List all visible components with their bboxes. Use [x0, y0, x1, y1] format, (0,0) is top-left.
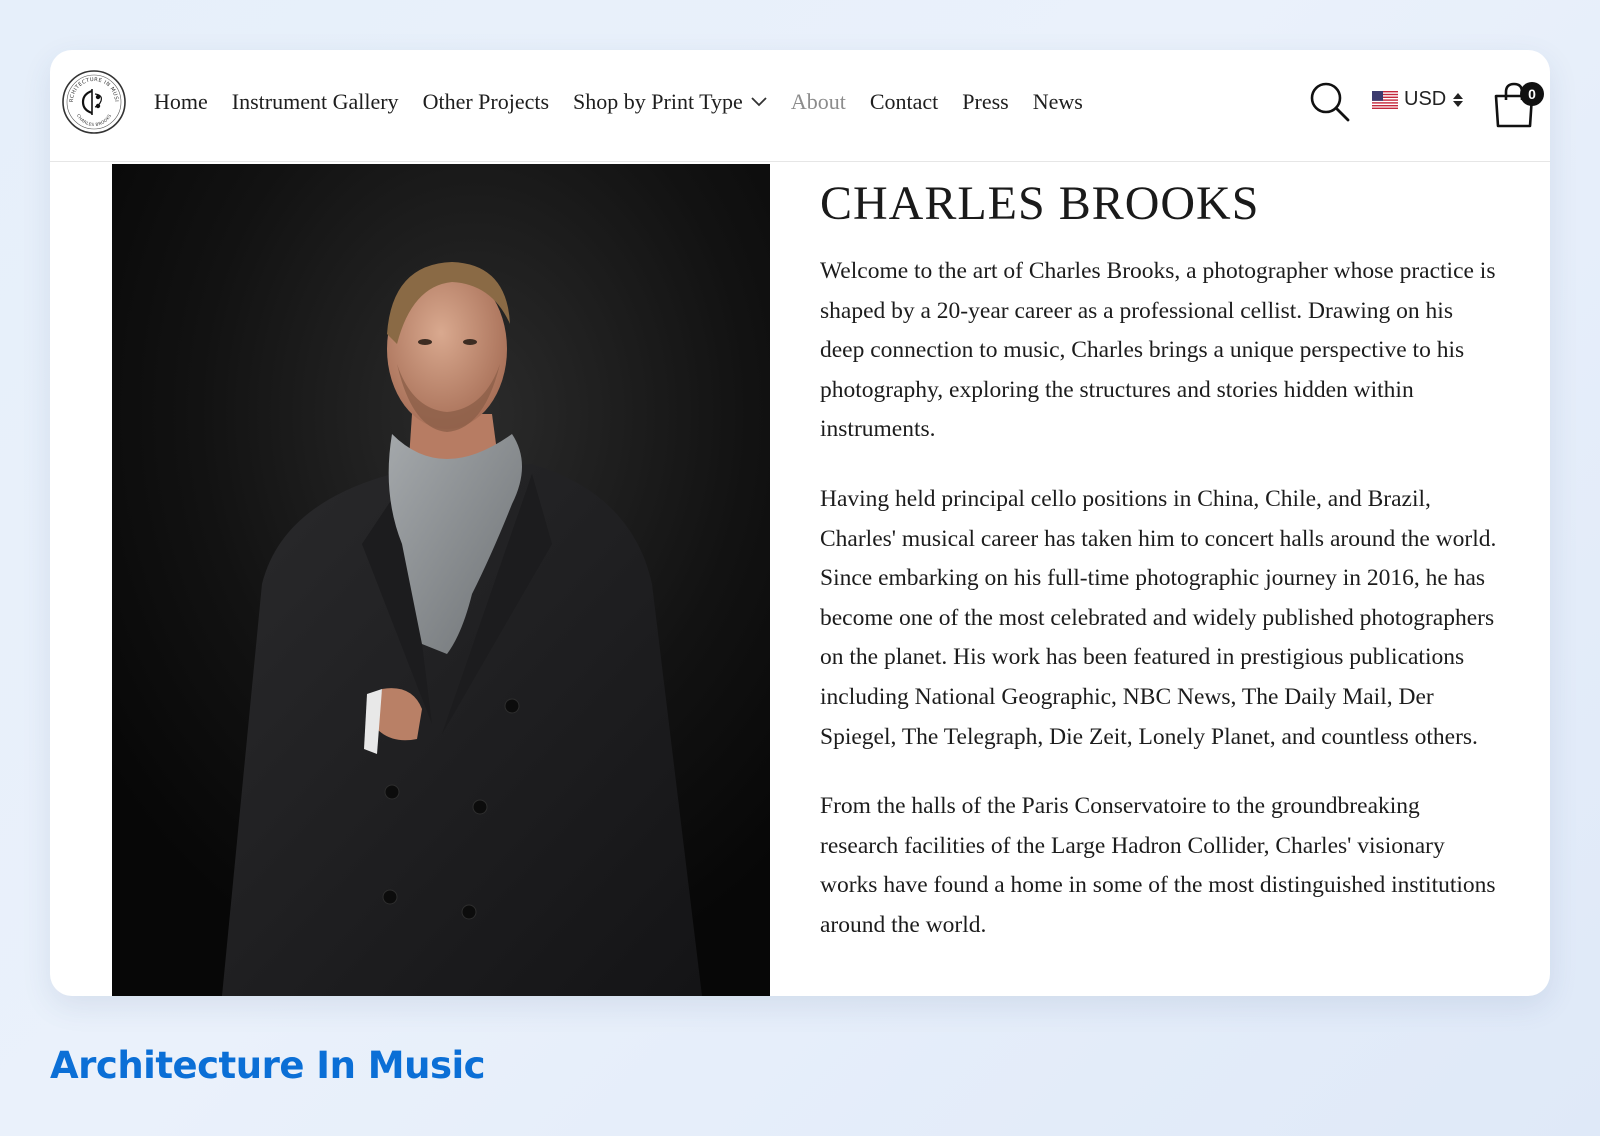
nav-home[interactable]: Home — [154, 89, 208, 115]
nav-about[interactable]: About — [791, 89, 846, 115]
sort-updown-icon — [1453, 92, 1464, 107]
cart-count-badge: 0 — [1520, 82, 1544, 106]
about-paragraph-1: Welcome to the art of Charles Brooks, a … — [820, 258, 1496, 443]
nav-contact[interactable]: Contact — [870, 89, 938, 115]
about-paragraph-2: Having held principal cello positions in… — [820, 485, 1497, 750]
chevron-down-icon — [751, 97, 767, 107]
nav-instrument-gallery[interactable]: Instrument Gallery — [232, 89, 399, 115]
search-icon[interactable] — [1308, 80, 1352, 124]
caption-title: Architecture In Music — [50, 1044, 486, 1087]
main-nav: Home Instrument Gallery Other Projects S… — [154, 50, 1083, 154]
currency-label: USD — [1404, 88, 1447, 110]
nav-shop-by-print-type[interactable]: Shop by Print Type — [573, 89, 767, 115]
nav-other-projects[interactable]: Other Projects — [423, 89, 549, 115]
nav-press[interactable]: Press — [962, 89, 1008, 115]
about-paragraph-3: From the halls of the Paris Conservatoir… — [820, 793, 1496, 938]
us-flag-icon — [1372, 90, 1398, 109]
nav-news[interactable]: News — [1033, 89, 1083, 115]
portrait-photo — [112, 164, 770, 996]
browser-card: ARCHITECTURE IN MUSIC CHARLES BROOKS Hom… — [50, 50, 1550, 996]
about-section: CHARLES BROOKS Welcome to the art of Cha… — [820, 174, 1500, 976]
site-header: ARCHITECTURE IN MUSIC CHARLES BROOKS Hom… — [50, 50, 1550, 162]
site-logo[interactable]: ARCHITECTURE IN MUSIC CHARLES BROOKS — [61, 69, 127, 135]
currency-selector[interactable]: USD — [1372, 88, 1464, 111]
page-title: CHARLES BROOKS — [820, 177, 1260, 230]
portrait-illustration — [112, 164, 770, 996]
